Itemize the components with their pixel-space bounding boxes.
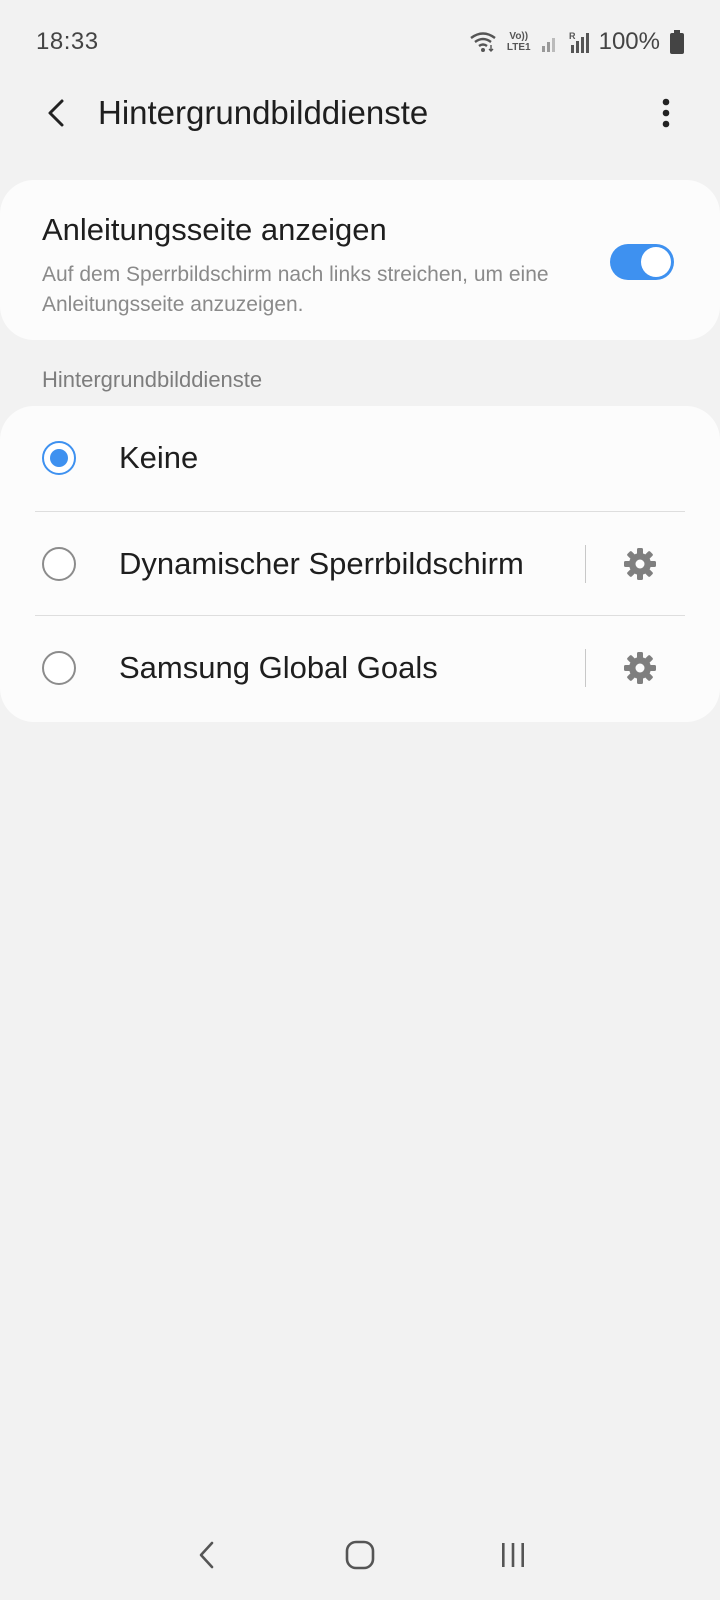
navigation-bar bbox=[0, 1510, 720, 1600]
option-label-samsung-global-goals: Samsung Global Goals bbox=[119, 650, 438, 685]
signal-roaming-icon: R bbox=[569, 31, 589, 53]
toggle-knob bbox=[641, 247, 671, 277]
row-separator bbox=[585, 649, 586, 687]
radio-keine[interactable] bbox=[42, 441, 76, 475]
more-options-button[interactable] bbox=[638, 85, 694, 141]
battery-percent: 100% bbox=[598, 28, 660, 55]
gear-icon bbox=[624, 652, 656, 684]
guide-setting-toggle[interactable] bbox=[610, 244, 674, 280]
lte-bottom-label: LTE1 bbox=[506, 42, 531, 53]
back-button[interactable] bbox=[26, 83, 86, 143]
radio-dynamic-lockscreen[interactable] bbox=[42, 547, 76, 581]
app-bar: Hintergrundbilddienste bbox=[0, 78, 720, 148]
status-bar: 18:33 Vo)) LTE1 R 100% bbox=[0, 0, 720, 84]
battery-icon bbox=[670, 30, 684, 54]
option-label-keine: Keine bbox=[119, 440, 199, 475]
option-row-dynamic-lockscreen[interactable]: Dynamischer Sperrbildschirm bbox=[0, 512, 720, 616]
back-arrow-icon bbox=[48, 99, 64, 127]
page-title: Hintergrundbilddienste bbox=[98, 94, 429, 131]
nav-home-icon bbox=[345, 1540, 375, 1570]
guide-setting-title: Anleitungsseite anzeigen bbox=[42, 212, 387, 247]
dynamic-lockscreen-settings-button[interactable] bbox=[612, 536, 668, 592]
status-time: 18:33 bbox=[36, 28, 99, 55]
svg-text:R: R bbox=[569, 31, 576, 41]
row-separator bbox=[585, 545, 586, 583]
lte-badge: Vo)) LTE1 bbox=[507, 31, 531, 53]
section-header: Hintergrundbilddienste bbox=[42, 367, 263, 392]
option-label-dynamic-lockscreen: Dynamischer Sperrbildschirm bbox=[119, 546, 524, 581]
nav-recents-icon bbox=[502, 1543, 525, 1567]
lte-top-label: Vo)) bbox=[509, 31, 529, 42]
nav-back-button[interactable] bbox=[175, 1523, 239, 1587]
more-vert-icon bbox=[662, 98, 670, 128]
option-row-keine[interactable]: Keine bbox=[0, 406, 720, 510]
radio-samsung-global-goals[interactable] bbox=[42, 651, 76, 685]
gear-icon bbox=[624, 548, 656, 580]
guide-setting-description: Auf dem Sperrbildschirm nach links strei… bbox=[42, 263, 549, 316]
nav-home-button[interactable] bbox=[328, 1523, 392, 1587]
wallpaper-services-list: Keine Dynamischer Sperrbildschirm Samsun… bbox=[0, 406, 720, 722]
screen: 18:33 Vo)) LTE1 R 100% Hintergrundbilddi… bbox=[0, 0, 720, 1600]
samsung-global-goals-settings-button[interactable] bbox=[612, 640, 668, 696]
status-icons: Vo)) LTE1 R 100% bbox=[469, 28, 684, 56]
option-row-samsung-global-goals[interactable]: Samsung Global Goals bbox=[0, 616, 720, 720]
signal-icon bbox=[541, 32, 559, 52]
nav-back-icon bbox=[199, 1541, 213, 1569]
nav-recents-button[interactable] bbox=[481, 1523, 545, 1587]
wifi-icon bbox=[469, 31, 497, 53]
